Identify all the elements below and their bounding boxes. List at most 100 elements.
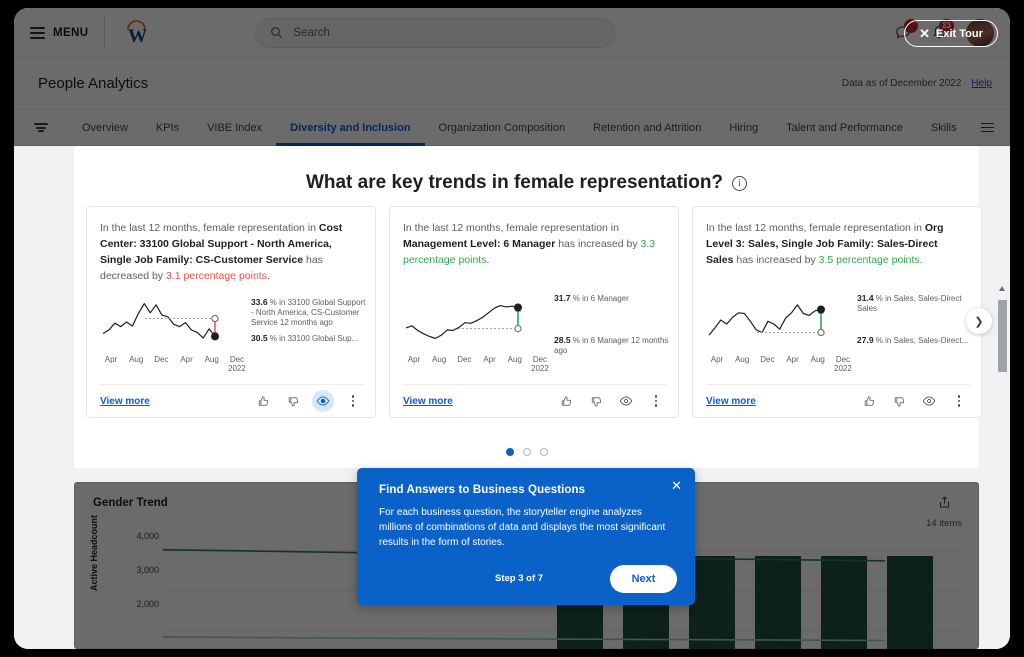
month-label: Apr [786, 355, 799, 364]
workday-logo-icon: W [123, 19, 151, 47]
scroll-up-arrow[interactable] [999, 286, 1005, 291]
exit-tour-button[interactable]: ✕ Exit Tour [904, 20, 998, 47]
thumbs-down-icon[interactable] [888, 390, 910, 412]
list-view-icon[interactable] [981, 120, 1010, 134]
chart-month-labels: Apr Aug Dec Apr Aug Dec 2022 [705, 355, 855, 373]
tab-overview[interactable]: Overview [68, 110, 142, 146]
tour-close-icon[interactable]: ✕ [671, 479, 682, 492]
view-more-link[interactable]: View more [403, 396, 453, 407]
annotation-primary: 33.6 % in 33100 Global Support - North A… [251, 297, 367, 328]
month-label: Aug [507, 355, 522, 364]
month-label: Aug [810, 355, 825, 364]
story-chart-annotations: 31.7 % in 6 Manager 28.5 % in 6 Manager … [550, 293, 668, 357]
story-card-footer: View more [403, 384, 667, 417]
month-label: Dec [760, 355, 775, 364]
tour-next-button[interactable]: Next [610, 565, 677, 593]
sparkline-chart [405, 303, 522, 339]
month-label: Aug [204, 355, 219, 364]
story-cards: In the last 12 months, female representa… [86, 206, 982, 418]
search-placeholder: Search [293, 26, 330, 39]
filter-icon[interactable] [14, 122, 68, 134]
story-lead-subject: Management Level: 6 Manager [403, 238, 556, 250]
annotation-secondary: 28.5 % in 6 Manager 12 months ago [554, 335, 670, 356]
story-delta: 3.5 percentage points [818, 254, 920, 266]
month-label: Apr [180, 355, 193, 364]
annotation-primary-value: 31.4 [857, 293, 874, 303]
thumbs-down-icon[interactable] [585, 390, 607, 412]
month-label: Apr [407, 355, 421, 364]
exit-tour-label: Exit Tour [936, 27, 983, 40]
thumbs-up-icon[interactable] [555, 390, 577, 412]
help-link[interactable]: Help [971, 78, 992, 89]
story-delta: 3.1 percentage points [165, 270, 267, 282]
carousel-dot[interactable] [505, 448, 514, 456]
annotation-secondary-value: 27.9 [857, 335, 874, 345]
thumbs-up-icon[interactable] [858, 390, 880, 412]
tour-title: Find Answers to Business Questions [379, 484, 586, 496]
tab-diversity-and-inclusion[interactable]: Diversity and Inclusion [276, 110, 424, 146]
visibility-eye-icon[interactable] [312, 390, 334, 412]
story-card: In the last 12 months, female representa… [692, 206, 982, 418]
tab-organization-composition[interactable]: Organization Composition [425, 110, 580, 146]
month-label: Dec 2022 [834, 355, 852, 373]
info-icon[interactable]: i [732, 175, 748, 191]
hamburger-icon [30, 26, 45, 39]
close-icon: ✕ [919, 26, 931, 41]
month-label: Aug [432, 355, 447, 364]
month-label: Dec 2022 [228, 355, 246, 373]
view-more-link[interactable]: View more [100, 396, 150, 407]
annotation-secondary: 30.5 % in 33100 Global Sup... [251, 333, 367, 344]
annotation-secondary-text: % in 6 Manager 12 months ago [554, 336, 669, 355]
scrollbar-thumb[interactable] [998, 300, 1007, 372]
story-lead-verb: has increased by [733, 254, 819, 266]
more-options-icon[interactable] [342, 390, 364, 412]
visibility-eye-icon[interactable] [918, 390, 940, 412]
thumbs-down-icon[interactable] [282, 390, 304, 412]
menu-button[interactable]: MENU [14, 8, 104, 58]
annotation-primary-value: 31.7 [554, 293, 571, 303]
carousel-dot[interactable] [539, 448, 548, 456]
visibility-eye-icon[interactable] [615, 390, 637, 412]
chart-month-labels: Apr Aug Dec Apr Aug Dec 2022 [402, 355, 552, 373]
month-label: Apr [104, 355, 118, 364]
story-card-actions [252, 390, 364, 412]
tab-vibe-index[interactable]: VIBE Index [193, 110, 276, 146]
menu-label: MENU [53, 26, 89, 39]
thumbs-up-icon[interactable] [252, 390, 274, 412]
view-more-link[interactable]: View more [706, 396, 756, 407]
carousel-dot[interactable] [522, 448, 531, 456]
tab-hiring[interactable]: Hiring [715, 110, 772, 146]
month-label: Dec [457, 355, 472, 364]
page-title: People Analytics [38, 75, 149, 92]
more-options-icon[interactable] [645, 390, 667, 412]
tabs: Overview KPIs VIBE Index Diversity and Incl… [68, 110, 971, 146]
trend-bar [821, 556, 867, 649]
search-input[interactable]: Search [255, 17, 616, 48]
tour-step-label: Step 3 of 7 [495, 573, 544, 584]
story-card-text: In the last 12 months, female representa… [100, 222, 343, 282]
trend-bar [755, 556, 801, 649]
story-card-footer: View more [706, 384, 970, 417]
carousel-next-button[interactable]: ❯ [966, 308, 992, 334]
tab-talent-and-performance[interactable]: Talent and Performance [772, 110, 917, 146]
tab-retention-and-attrition[interactable]: Retention and Attrition [579, 110, 715, 146]
vertical-scrollbar[interactable] [997, 284, 1008, 649]
tab-skills[interactable]: Skills [917, 110, 971, 146]
more-options-icon[interactable] [948, 390, 970, 412]
sparkline-chart [708, 304, 825, 337]
logo-letter: W [127, 25, 147, 47]
brand-logo[interactable]: W [105, 19, 169, 47]
carousel-dots [74, 448, 979, 456]
annotation-primary: 31.7 % in 6 Manager [554, 293, 670, 304]
story-chart: 31.7 % in 6 Manager 28.5 % in 6 Manager … [402, 293, 670, 357]
chart-month-labels: Apr Aug Dec Apr Aug Dec 2022 [99, 355, 249, 373]
tab-kpis[interactable]: KPIs [142, 110, 193, 146]
story-card: In the last 12 months, female representa… [86, 206, 376, 418]
annotation-primary-value: 33.6 [251, 297, 268, 307]
storyteller-question-text: What are key trends in female representa… [305, 172, 724, 193]
story-card-actions [858, 390, 970, 412]
story-lead-verb: has increased by [555, 238, 641, 250]
month-label: Dec [154, 355, 169, 364]
annotation-primary-text: % in 6 Manager [572, 294, 629, 303]
storyteller-panel: What are key trends in female representa… [74, 146, 992, 468]
